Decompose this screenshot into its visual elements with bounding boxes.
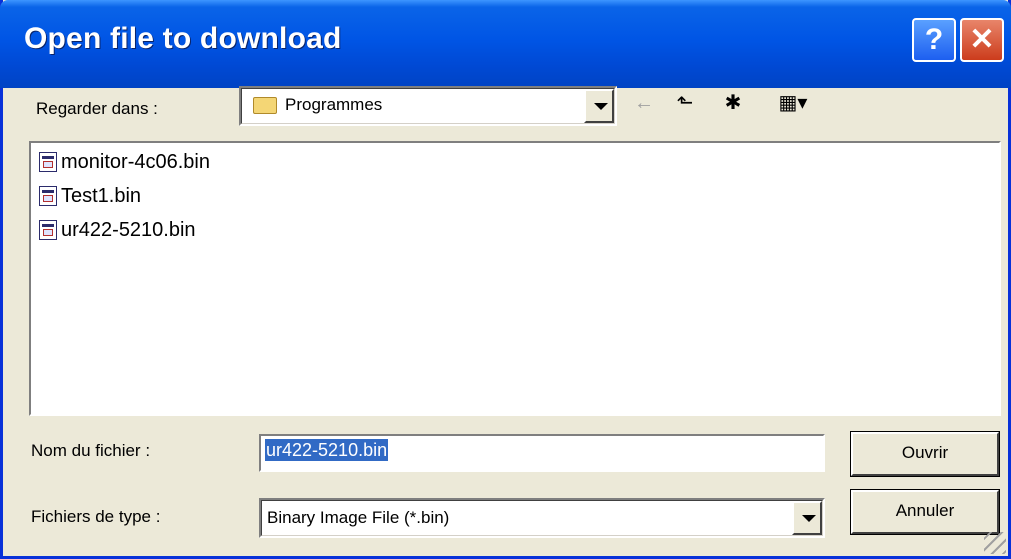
list-item[interactable]: ur422-5210.bin xyxy=(39,215,196,245)
up-folder-button[interactable]: ⬑ xyxy=(668,88,702,118)
open-file-dialog: Open file to download ? ✕ Regarder dans … xyxy=(0,0,1011,559)
file-name-input[interactable]: ur422-5210.bin xyxy=(259,434,825,472)
file-icon xyxy=(39,152,57,172)
file-name: Test1.bin xyxy=(61,184,142,207)
look-in-label: Regarder dans : xyxy=(36,99,158,118)
resize-grip[interactable] xyxy=(984,532,1006,554)
file-name-value: ur422-5210.bin xyxy=(265,439,389,461)
file-type-dropdown[interactable]: Binary Image File (*.bin) xyxy=(259,498,825,538)
back-icon: ← xyxy=(634,92,654,114)
list-item[interactable]: Test1.bin xyxy=(39,181,141,211)
dialog-title: Open file to download xyxy=(24,22,342,55)
look-in-dropdown[interactable]: Programmes xyxy=(239,86,617,126)
cancel-button[interactable]: Annuler xyxy=(850,489,1000,535)
look-in-value: Programmes xyxy=(285,95,383,114)
folder-icon xyxy=(253,96,277,114)
look-in-dropdown-button[interactable] xyxy=(584,89,614,123)
list-item[interactable]: monitor-4c06.bin xyxy=(39,147,210,177)
close-button[interactable]: ✕ xyxy=(960,18,1004,62)
help-icon: ? xyxy=(924,23,944,56)
new-folder-button[interactable]: ✱ xyxy=(715,88,751,118)
file-type-value: Binary Image File (*.bin) xyxy=(267,508,450,527)
file-type-dropdown-button[interactable] xyxy=(792,501,822,535)
up-folder-icon: ⬑ xyxy=(676,92,694,114)
file-icon xyxy=(39,220,57,240)
file-list[interactable]: monitor-4c06.bin Test1.bin ur422-5210.bi… xyxy=(29,141,1001,416)
new-folder-icon: ✱ xyxy=(724,92,742,114)
open-button[interactable]: Ouvrir xyxy=(850,431,1000,477)
back-button[interactable]: ← xyxy=(629,88,659,118)
view-menu-icon: ▦▾ xyxy=(778,92,808,114)
title-bar[interactable]: Open file to download ? ✕ xyxy=(0,0,1011,88)
file-name: monitor-4c06.bin xyxy=(61,150,210,173)
help-button[interactable]: ? xyxy=(912,18,956,62)
file-name: ur422-5210.bin xyxy=(61,218,196,241)
close-icon: ✕ xyxy=(969,23,995,56)
file-icon xyxy=(39,186,57,206)
view-menu-button[interactable]: ▦▾ xyxy=(763,88,823,118)
file-name-label: Nom du fichier : xyxy=(31,441,151,460)
file-type-label: Fichiers de type : xyxy=(31,507,161,526)
